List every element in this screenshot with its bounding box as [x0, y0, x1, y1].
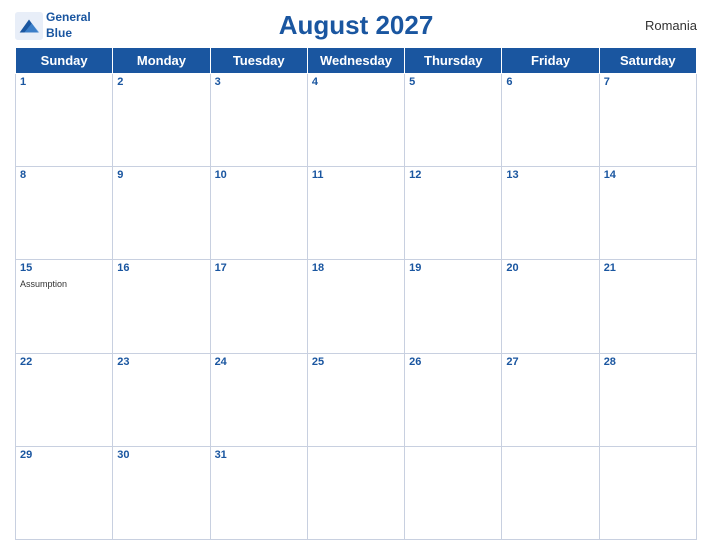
- calendar-cell: 25: [307, 353, 404, 446]
- date-number: 13: [506, 169, 594, 181]
- calendar-cell: 3: [210, 74, 307, 167]
- calendar-title: August 2027: [279, 10, 434, 41]
- calendar-cell: [599, 446, 696, 539]
- day-header-wednesday: Wednesday: [307, 48, 404, 74]
- day-header-saturday: Saturday: [599, 48, 696, 74]
- date-number: 11: [312, 169, 400, 181]
- calendar-cell: 11: [307, 167, 404, 260]
- calendar-cell: [502, 446, 599, 539]
- day-header-sunday: Sunday: [16, 48, 113, 74]
- date-number: 1: [20, 76, 108, 88]
- calendar-cell: 17: [210, 260, 307, 353]
- calendar-cell: 20: [502, 260, 599, 353]
- date-number: 8: [20, 169, 108, 181]
- date-number: 30: [117, 449, 205, 461]
- week-row-1: 1234567: [16, 74, 697, 167]
- date-number: 19: [409, 262, 497, 274]
- calendar-cell: 2: [113, 74, 210, 167]
- calendar-cell: 23: [113, 353, 210, 446]
- calendar-cell: 30: [113, 446, 210, 539]
- date-number: 21: [604, 262, 692, 274]
- date-number: 23: [117, 356, 205, 368]
- calendar-cell: 19: [405, 260, 502, 353]
- calendar-cell: 24: [210, 353, 307, 446]
- logo-line1: General: [46, 10, 91, 24]
- calendar-cell: 22: [16, 353, 113, 446]
- calendar-cell: [405, 446, 502, 539]
- day-header-friday: Friday: [502, 48, 599, 74]
- calendar-cell: 15 Assumption: [16, 260, 113, 353]
- calendar-cell: 7: [599, 74, 696, 167]
- date-number: 24: [215, 356, 303, 368]
- date-number: 2: [117, 76, 205, 88]
- calendar-cell: 28: [599, 353, 696, 446]
- date-number: 12: [409, 169, 497, 181]
- date-number: 17: [215, 262, 303, 274]
- week-row-5: 29 30 31: [16, 446, 697, 539]
- date-number: 6: [506, 76, 594, 88]
- calendar-cell: 8: [16, 167, 113, 260]
- day-header-thursday: Thursday: [405, 48, 502, 74]
- calendar-cell: 4: [307, 74, 404, 167]
- date-number: 16: [117, 262, 205, 274]
- calendar-header: General Blue August 2027 Romania: [15, 10, 697, 41]
- holiday-label: Assumption: [20, 279, 67, 289]
- calendar-cell: 10: [210, 167, 307, 260]
- logo: General Blue: [15, 10, 91, 40]
- logo-icon: [15, 12, 43, 40]
- date-number: 4: [312, 76, 400, 88]
- calendar-cell: 18: [307, 260, 404, 353]
- date-number: 9: [117, 169, 205, 181]
- calendar-cell: 12: [405, 167, 502, 260]
- date-number: 28: [604, 356, 692, 368]
- calendar-cell: 27: [502, 353, 599, 446]
- calendar-cell: 29: [16, 446, 113, 539]
- calendar-cell: 16: [113, 260, 210, 353]
- calendar-cell: 14: [599, 167, 696, 260]
- date-number: 14: [604, 169, 692, 181]
- calendar-cell: 1: [16, 74, 113, 167]
- calendar-table: SundayMondayTuesdayWednesdayThursdayFrid…: [15, 47, 697, 540]
- week-row-4: 22 23 24 25 26 27 28: [16, 353, 697, 446]
- date-number: 27: [506, 356, 594, 368]
- calendar-cell: 9: [113, 167, 210, 260]
- calendar-cell: 6: [502, 74, 599, 167]
- calendar-cell: 31: [210, 446, 307, 539]
- day-header-monday: Monday: [113, 48, 210, 74]
- date-number: 26: [409, 356, 497, 368]
- date-number: 18: [312, 262, 400, 274]
- country-label: Romania: [645, 18, 697, 33]
- day-headers-row: SundayMondayTuesdayWednesdayThursdayFrid…: [16, 48, 697, 74]
- date-number: 31: [215, 449, 303, 461]
- logo-line2: Blue: [46, 26, 72, 40]
- calendar-cell: [307, 446, 404, 539]
- calendar-cell: 21: [599, 260, 696, 353]
- week-row-2: 89 10 11 12 13 14: [16, 167, 697, 260]
- calendar-cell: 13: [502, 167, 599, 260]
- date-number: 20: [506, 262, 594, 274]
- calendar-cell: 5: [405, 74, 502, 167]
- date-number: 7: [604, 76, 692, 88]
- day-header-tuesday: Tuesday: [210, 48, 307, 74]
- week-row-3: 15 Assumption 16 17 18 19 20 21: [16, 260, 697, 353]
- date-number: 22: [20, 356, 108, 368]
- date-number: 10: [215, 169, 303, 181]
- date-number: 3: [215, 76, 303, 88]
- date-number: 5: [409, 76, 497, 88]
- calendar-cell: 26: [405, 353, 502, 446]
- date-number: 15: [20, 262, 108, 274]
- date-number: 29: [20, 449, 108, 461]
- date-number: 25: [312, 356, 400, 368]
